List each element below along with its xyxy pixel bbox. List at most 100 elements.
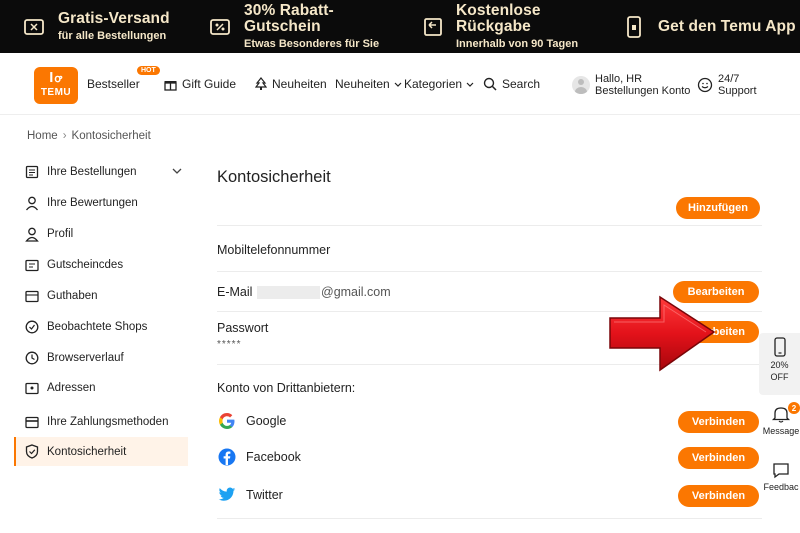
user-greeting: Hallo, HR bbox=[595, 73, 643, 85]
add-button[interactable]: Hinzufügen bbox=[676, 197, 760, 219]
nav-neuheiten-label: Neuheiten bbox=[272, 77, 327, 91]
social-google: Google bbox=[217, 411, 286, 431]
sidebar-item-label: Browserverlauf bbox=[47, 352, 124, 364]
red-arrow-annotation bbox=[606, 294, 718, 379]
sidebar-item-coupons[interactable]: Gutscheincdes bbox=[14, 250, 188, 280]
feedback-label: Feedbac bbox=[763, 482, 799, 492]
chevron-down-icon bbox=[466, 77, 474, 91]
page-title: Kontosicherheit bbox=[217, 168, 331, 186]
message-badge: 2 bbox=[788, 402, 800, 414]
email-redaction bbox=[257, 286, 320, 299]
promo-bar: Gratis-Versand für alle Bestellungen 30%… bbox=[0, 0, 800, 53]
breadcrumb-home[interactable]: Home bbox=[27, 130, 58, 142]
message-label: Message bbox=[762, 426, 800, 436]
sidebar-item-reviews[interactable]: Ihre Bewertungen bbox=[14, 188, 188, 218]
connect-twitter-button[interactable]: Verbinden bbox=[678, 485, 759, 507]
orders-icon bbox=[24, 164, 40, 180]
phone-icon bbox=[624, 15, 644, 38]
coupon-icon bbox=[210, 16, 230, 38]
sidebar-item-label: Kontosicherheit bbox=[47, 445, 127, 458]
support-label: Support bbox=[718, 85, 757, 97]
email-label: E-Mail bbox=[217, 285, 253, 299]
facebook-icon bbox=[217, 447, 237, 467]
social-name: Twitter bbox=[246, 488, 283, 502]
social-facebook: Facebook bbox=[217, 447, 301, 467]
third-party-heading: Konto von Drittanbietern: bbox=[217, 381, 356, 395]
account-menu[interactable]: Hallo, HR Bestellungen Konto bbox=[572, 73, 690, 97]
support-hours: 24/7 bbox=[718, 73, 740, 85]
nav-neuheiten-tree[interactable]: Neuheiten bbox=[255, 77, 327, 91]
hot-badge: HOT bbox=[137, 66, 160, 75]
phone-icon bbox=[773, 337, 786, 357]
sidebar-item-profile[interactable]: Profil bbox=[14, 219, 188, 249]
sidebar-item-label: Adressen bbox=[47, 382, 96, 394]
sidebar-item-payment-methods[interactable]: Ihre Zahlungsmethoden bbox=[14, 407, 188, 437]
sidebar-item-label: Guthaben bbox=[47, 290, 98, 302]
nav-gift-guide[interactable]: Gift Guide bbox=[164, 77, 236, 91]
promo-returns[interactable]: Kostenlose Rückgabe Innerhalb von 90 Tag… bbox=[400, 0, 600, 53]
promo-subtitle: Innerhalb von 90 Tagen bbox=[456, 38, 579, 50]
floating-feedback[interactable]: Feedbac bbox=[762, 460, 800, 492]
nav-neuheiten-dropdown[interactable]: Neuheiten bbox=[335, 77, 402, 91]
nav-search-label: Search bbox=[502, 77, 541, 91]
phone-label: Mobiltelefonnummer bbox=[217, 243, 331, 257]
promo-subtitle: Etwas Besonderes für Sie bbox=[244, 38, 380, 50]
nav-neuheiten-label: Neuheiten bbox=[335, 77, 390, 91]
divider bbox=[217, 225, 762, 226]
clock-icon bbox=[24, 350, 40, 366]
smile-icon bbox=[697, 77, 713, 93]
sidebar-item-label: Ihre Bestellungen bbox=[47, 166, 137, 178]
nav-kategorien[interactable]: Kategorien bbox=[404, 77, 474, 91]
email-value: @gmail.com bbox=[321, 285, 391, 299]
sidebar-item-label: Gutscheincdes bbox=[47, 259, 124, 271]
chat-icon bbox=[771, 460, 791, 480]
connect-google-button[interactable]: Verbinden bbox=[678, 411, 759, 433]
breadcrumb-current: Kontosicherheit bbox=[71, 130, 151, 142]
floating-message[interactable]: 2 Message bbox=[762, 402, 800, 436]
password-label: Passwort bbox=[217, 321, 269, 335]
twitter-icon bbox=[217, 485, 237, 505]
user-account-label: Bestellungen Konto bbox=[595, 85, 691, 97]
floating-app-promo[interactable]: 20% OFF bbox=[759, 333, 800, 395]
avatar bbox=[572, 76, 590, 94]
sidebar-item-addresses[interactable]: Adressen bbox=[14, 373, 188, 403]
tree-icon bbox=[255, 77, 267, 91]
support-link[interactable]: 24/7 Support bbox=[697, 73, 757, 97]
return-box-icon bbox=[424, 16, 442, 38]
site-header: ꟾꝍ TEMU Bestseller HOT Gift Guide Neuhei… bbox=[0, 53, 800, 115]
floating-discount: 20% bbox=[770, 360, 789, 370]
logo-text: TEMU bbox=[40, 86, 72, 98]
social-name: Facebook bbox=[246, 450, 301, 464]
address-icon bbox=[24, 380, 40, 396]
gift-icon bbox=[164, 78, 177, 91]
promo-coupon[interactable]: 30% Rabatt-Gutschein Etwas Besonderes fü… bbox=[186, 0, 400, 53]
sidebar-item-account-security[interactable]: Kontosicherheit bbox=[14, 437, 188, 466]
sidebar-item-followed-shops[interactable]: Beobachtete Shops bbox=[14, 312, 188, 342]
promo-title: 30% Rabatt-Gutschein bbox=[244, 2, 334, 35]
profile-icon bbox=[24, 226, 40, 242]
nav-search[interactable]: Search bbox=[483, 77, 540, 91]
promo-title: Kostenlose Rückgabe bbox=[456, 2, 541, 35]
sidebar-item-credit[interactable]: Guthaben bbox=[14, 281, 188, 311]
sidebar-item-label: Beobachtete Shops bbox=[47, 321, 148, 333]
coupon-icon bbox=[24, 257, 40, 273]
sidebar-item-orders[interactable]: Ihre Bestellungen bbox=[14, 157, 188, 187]
sidebar-item-label: Profil bbox=[47, 228, 74, 240]
wallet-icon bbox=[24, 288, 40, 304]
logo-mark: ꟾꝍ bbox=[49, 72, 63, 85]
shield-icon bbox=[24, 444, 40, 460]
temu-logo[interactable]: ꟾꝍ TEMU bbox=[34, 67, 78, 104]
nav-kategorien-label: Kategorien bbox=[404, 77, 463, 91]
shop-icon bbox=[24, 319, 40, 335]
sidebar-item-history[interactable]: Browserverlauf bbox=[14, 343, 188, 373]
promo-get-app[interactable]: Get den Temu App bbox=[600, 0, 800, 53]
nav-bestseller[interactable]: Bestseller bbox=[87, 77, 140, 91]
social-twitter: Twitter bbox=[217, 485, 283, 505]
promo-free-shipping[interactable]: Gratis-Versand für alle Bestellungen bbox=[0, 0, 186, 53]
chevron-down-icon[interactable] bbox=[172, 166, 182, 178]
promo-title: Gratis-Versand bbox=[58, 9, 170, 27]
floating-off: OFF bbox=[770, 372, 789, 382]
password-value: ***** bbox=[217, 339, 242, 350]
connect-facebook-button[interactable]: Verbinden bbox=[678, 447, 759, 469]
social-name: Google bbox=[246, 414, 287, 428]
